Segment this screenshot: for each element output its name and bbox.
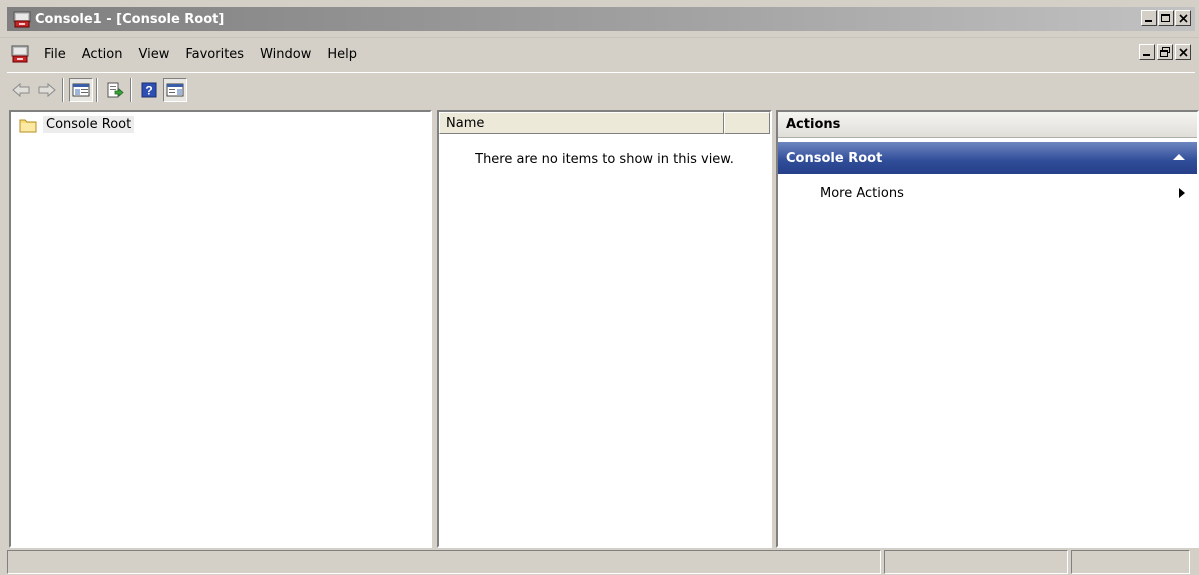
empty-list-message: There are no items to show in this view. — [475, 152, 734, 167]
menu-file[interactable]: File — [36, 47, 74, 62]
actions-header: Actions — [778, 112, 1197, 138]
collapse-up-icon[interactable] — [1173, 154, 1185, 160]
action-label: More Actions — [820, 185, 904, 201]
show-hide-action-pane-icon — [166, 83, 184, 97]
status-panel-3 — [1071, 550, 1190, 574]
status-bar — [7, 549, 1195, 575]
window-controls — [1141, 10, 1191, 26]
window-title: Console1 - [Console Root] — [35, 11, 225, 27]
mdi-minimize-icon[interactable] — [1139, 44, 1155, 60]
menu-action[interactable]: Action — [74, 47, 131, 62]
status-panel-2 — [884, 550, 1068, 574]
column-header-empty[interactable] — [724, 112, 770, 134]
menu-favorites[interactable]: Favorites — [177, 47, 252, 62]
help-button[interactable]: ? — [137, 78, 161, 102]
actions-section-console-root[interactable]: Console Root — [778, 142, 1197, 174]
show-hide-console-tree-icon — [72, 83, 90, 97]
svg-text:?: ? — [145, 84, 152, 98]
menu-window[interactable]: Window — [252, 47, 319, 62]
toolbar-separator — [62, 78, 64, 102]
mdi-controls — [1139, 44, 1191, 60]
minimize-icon[interactable] — [1141, 10, 1157, 26]
mdi-close-icon[interactable] — [1175, 44, 1191, 60]
status-panel-main — [7, 550, 881, 574]
export-list-button[interactable] — [103, 78, 127, 102]
title-bar: Console1 - [Console Root] — [0, 0, 1199, 38]
action-more-actions[interactable]: More Actions — [778, 182, 1197, 204]
console-tree-pane[interactable]: Console Root — [9, 110, 432, 548]
back-button[interactable] — [9, 78, 33, 102]
export-list-icon — [107, 82, 124, 98]
close-icon[interactable] — [1175, 10, 1191, 26]
help-icon: ? — [141, 82, 157, 98]
toolbar-separator — [96, 78, 98, 102]
forward-icon — [38, 82, 56, 98]
menu-bar: File Action View Favorites Window Help — [7, 38, 1195, 70]
result-list-pane[interactable]: Name There are no items to show in this … — [437, 110, 772, 548]
actions-section-title: Console Root — [786, 150, 883, 166]
column-header-label: Name — [446, 115, 485, 131]
show-hide-console-tree-button[interactable] — [69, 78, 93, 102]
menu-view[interactable]: View — [130, 47, 177, 62]
title-bar-caption[interactable]: Console1 - [Console Root] — [7, 7, 1195, 31]
submenu-arrow-icon — [1179, 188, 1185, 198]
actions-pane: Actions Console Root More Actions — [776, 110, 1199, 548]
mmc-app-icon — [13, 11, 31, 28]
forward-button[interactable] — [35, 78, 59, 102]
list-header: Name — [439, 112, 770, 134]
maximize-icon[interactable] — [1158, 10, 1174, 26]
folder-icon — [19, 119, 37, 132]
mmc-system-menu-icon[interactable] — [10, 44, 30, 64]
toolbar-separator — [130, 78, 132, 102]
mdi-restore-icon[interactable] — [1157, 44, 1173, 60]
tree-item-label: Console Root — [43, 116, 135, 133]
column-header-name[interactable]: Name — [439, 112, 724, 134]
toolbar: ? — [7, 72, 1195, 107]
back-icon — [12, 82, 30, 98]
menu-help[interactable]: Help — [319, 47, 365, 62]
show-hide-action-pane-button[interactable] — [163, 78, 187, 102]
tree-item-console-root[interactable]: Console Root — [19, 116, 135, 133]
